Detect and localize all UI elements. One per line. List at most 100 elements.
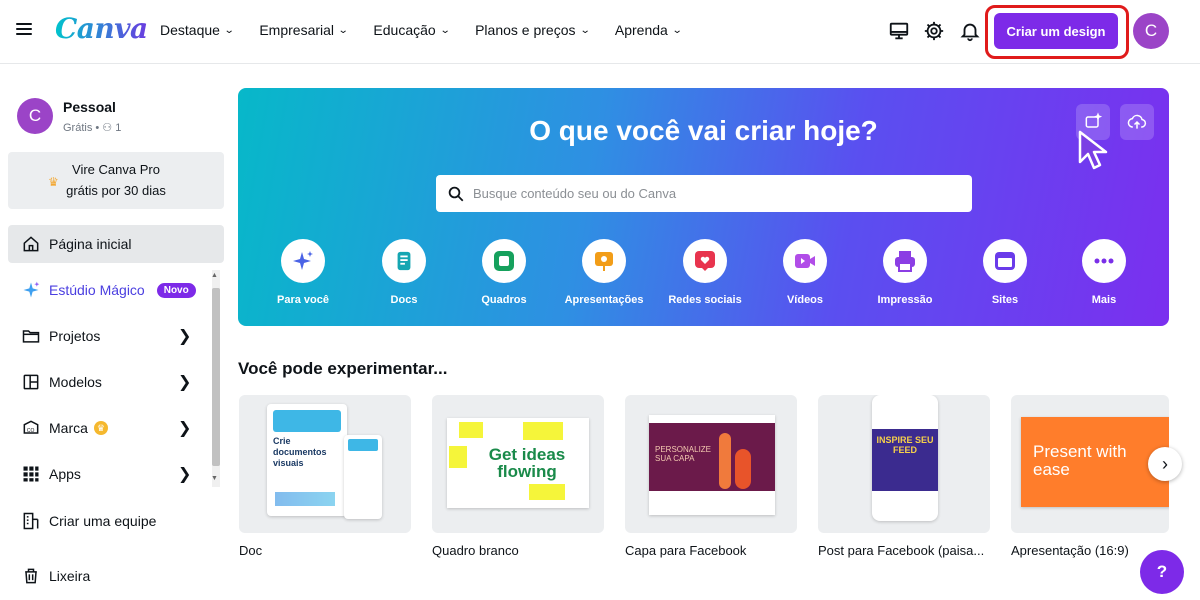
- category-label: Mais: [1091, 294, 1117, 306]
- template-card-whiteboard[interactable]: Get ideas flowing: [432, 395, 604, 533]
- chevron-right-icon[interactable]: ❯: [178, 326, 191, 346]
- category-circle: [783, 239, 827, 283]
- promo-line-1: Vire Canva Pro: [72, 162, 160, 177]
- sidebar-item-label: Lixeira: [49, 568, 91, 584]
- gear-icon[interactable]: [923, 20, 945, 42]
- account-name[interactable]: Pessoal: [63, 99, 116, 115]
- crown-badge-icon: ♛: [93, 421, 108, 435]
- video-icon: [795, 254, 815, 268]
- scroll-down-icon[interactable]: ▼: [211, 475, 218, 482]
- scroll-up-icon[interactable]: ▲: [211, 272, 218, 279]
- category-quadros[interactable]: Quadros: [459, 239, 549, 306]
- category-label: Sites: [991, 294, 1019, 306]
- chevron-right-icon[interactable]: ❯: [178, 464, 191, 484]
- sparkle-icon: [293, 251, 313, 270]
- sticky-note: [529, 484, 565, 500]
- canva-logo[interactable]: Canva: [55, 12, 148, 45]
- category-para-voce[interactable]: Para você: [258, 239, 348, 306]
- scroll-thumb[interactable]: [212, 288, 220, 466]
- category-docs[interactable]: Docs: [359, 239, 449, 306]
- menu-icon[interactable]: [14, 20, 34, 40]
- hero-banner: O que você vai criar hoje? Para você Doc…: [238, 88, 1169, 326]
- template-card-presentation[interactable]: Present with ease: [1011, 395, 1169, 533]
- nav-empresarial[interactable]: Empresarial ⌄: [259, 22, 348, 38]
- chevron-right-icon[interactable]: ❯: [178, 372, 191, 392]
- nav-planos[interactable]: Planos e preços ⌄: [475, 22, 591, 38]
- category-circle: [1082, 239, 1126, 283]
- nav-aprenda[interactable]: Aprenda ⌄: [614, 22, 683, 38]
- sidebar-item-label: Apps: [49, 466, 81, 482]
- presentation-thumb: Present with ease: [1021, 417, 1169, 507]
- nav-label: Aprenda: [614, 22, 668, 38]
- template-card-label: Quadro branco: [432, 543, 519, 558]
- bell-icon[interactable]: [959, 20, 981, 42]
- category-circle: [983, 239, 1027, 283]
- sidebar-item-magic-studio[interactable]: Estúdio Mágico Novo: [8, 271, 224, 309]
- cloud-upload-icon: [1127, 114, 1147, 129]
- chevron-down-icon: ⌄: [579, 24, 591, 36]
- trash-icon: [25, 568, 37, 584]
- search-icon: [448, 186, 464, 201]
- account-avatar[interactable]: C: [17, 98, 53, 134]
- nav-destaque[interactable]: Destaque ⌄: [160, 22, 235, 38]
- fb-cover-text: PERSONALIZE SUA CAPA: [655, 445, 712, 463]
- category-label: Docs: [390, 294, 418, 306]
- sidebar-item-brand[interactable]: CO Marca ♛ ❯: [8, 409, 224, 447]
- chevron-down-icon: ⌄: [671, 24, 683, 36]
- category-circle: [582, 239, 626, 283]
- template-card-doc[interactable]: Crie documentos visuais: [239, 395, 411, 533]
- upload-button[interactable]: [1120, 104, 1154, 140]
- avatar[interactable]: C: [1133, 13, 1169, 49]
- sidebar-item-templates[interactable]: Modelos ❯: [8, 363, 224, 401]
- svg-text:CO: CO: [27, 428, 35, 434]
- nav-label: Educação: [373, 22, 436, 38]
- template-card-facebook-post[interactable]: INSPIRE SEU FEED: [818, 395, 990, 533]
- category-mais[interactable]: Mais: [1059, 239, 1149, 306]
- carousel-next-button[interactable]: ›: [1148, 447, 1182, 481]
- chevron-right-icon[interactable]: ❯: [178, 418, 191, 438]
- whiteboard-thumb-text: Get ideas flowing: [488, 445, 566, 481]
- sticky-note: [523, 422, 563, 440]
- category-apresentacoes[interactable]: Apresentações: [559, 239, 649, 306]
- template-card-facebook-cover[interactable]: PERSONALIZE SUA CAPA: [625, 395, 797, 533]
- category-videos[interactable]: Vídeos: [760, 239, 850, 306]
- search-input[interactable]: [473, 186, 953, 201]
- category-redes-sociais[interactable]: Redes sociais: [660, 239, 750, 306]
- help-button[interactable]: ?: [1140, 550, 1184, 594]
- pro-trial-promo[interactable]: ♛ Vire Canva Pro grátis por 30 dias: [8, 152, 224, 209]
- suggestions-title: Você pode experimentar...: [238, 359, 448, 378]
- category-label: Para você: [277, 294, 329, 306]
- brand-icon: CO: [23, 420, 39, 434]
- doc-icon: [397, 251, 411, 271]
- sidebar-item-create-team[interactable]: Criar uma equipe: [8, 502, 224, 540]
- sidebar: C Pessoal Grátis • ⚇ 1 ♛ Vire Canva Pro …: [0, 65, 230, 600]
- doc-thumb-page: Crie documentos visuais: [267, 404, 347, 516]
- team-icon: [23, 512, 39, 530]
- category-label: Apresentações: [564, 294, 644, 306]
- presentation-icon: [595, 252, 613, 271]
- category-sites[interactable]: Sites: [960, 239, 1050, 306]
- category-impressao[interactable]: Impressão: [860, 239, 950, 306]
- create-design-button[interactable]: Criar um design: [994, 13, 1118, 49]
- template-card-label: Doc: [239, 543, 263, 558]
- search-bar[interactable]: [436, 175, 972, 212]
- doc-thumb-text: Crie documentos visuais: [273, 436, 327, 468]
- promo-line-2: grátis por 30 dias: [66, 183, 166, 198]
- whiteboard-icon: [494, 251, 514, 271]
- category-circle: [883, 239, 927, 283]
- sidebar-item-apps[interactable]: Apps ❯: [8, 455, 224, 493]
- top-bar: Canva Destaque ⌄ Empresarial ⌄ Educação ⌄ P…: [0, 0, 1200, 64]
- doc-thumb-chart: [275, 492, 335, 506]
- sidebar-scrollbar[interactable]: ▲ ▼: [210, 270, 222, 487]
- hero-title: O que você vai criar hoje?: [529, 115, 878, 146]
- nav-educacao[interactable]: Educação ⌄: [373, 22, 450, 38]
- sidebar-item-projects[interactable]: Projetos ❯: [8, 317, 224, 355]
- sidebar-item-label: Projetos: [49, 328, 101, 344]
- sidebar-item-trash[interactable]: Lixeira: [8, 557, 224, 595]
- account-meta: Grátis • ⚇ 1: [63, 122, 122, 134]
- fb-cover-thumb: PERSONALIZE SUA CAPA: [649, 415, 775, 515]
- apps-icon: [23, 466, 39, 482]
- monitor-icon[interactable]: [888, 20, 910, 42]
- doc-thumb-header: [273, 410, 341, 432]
- sidebar-item-home[interactable]: Página inicial: [8, 225, 224, 263]
